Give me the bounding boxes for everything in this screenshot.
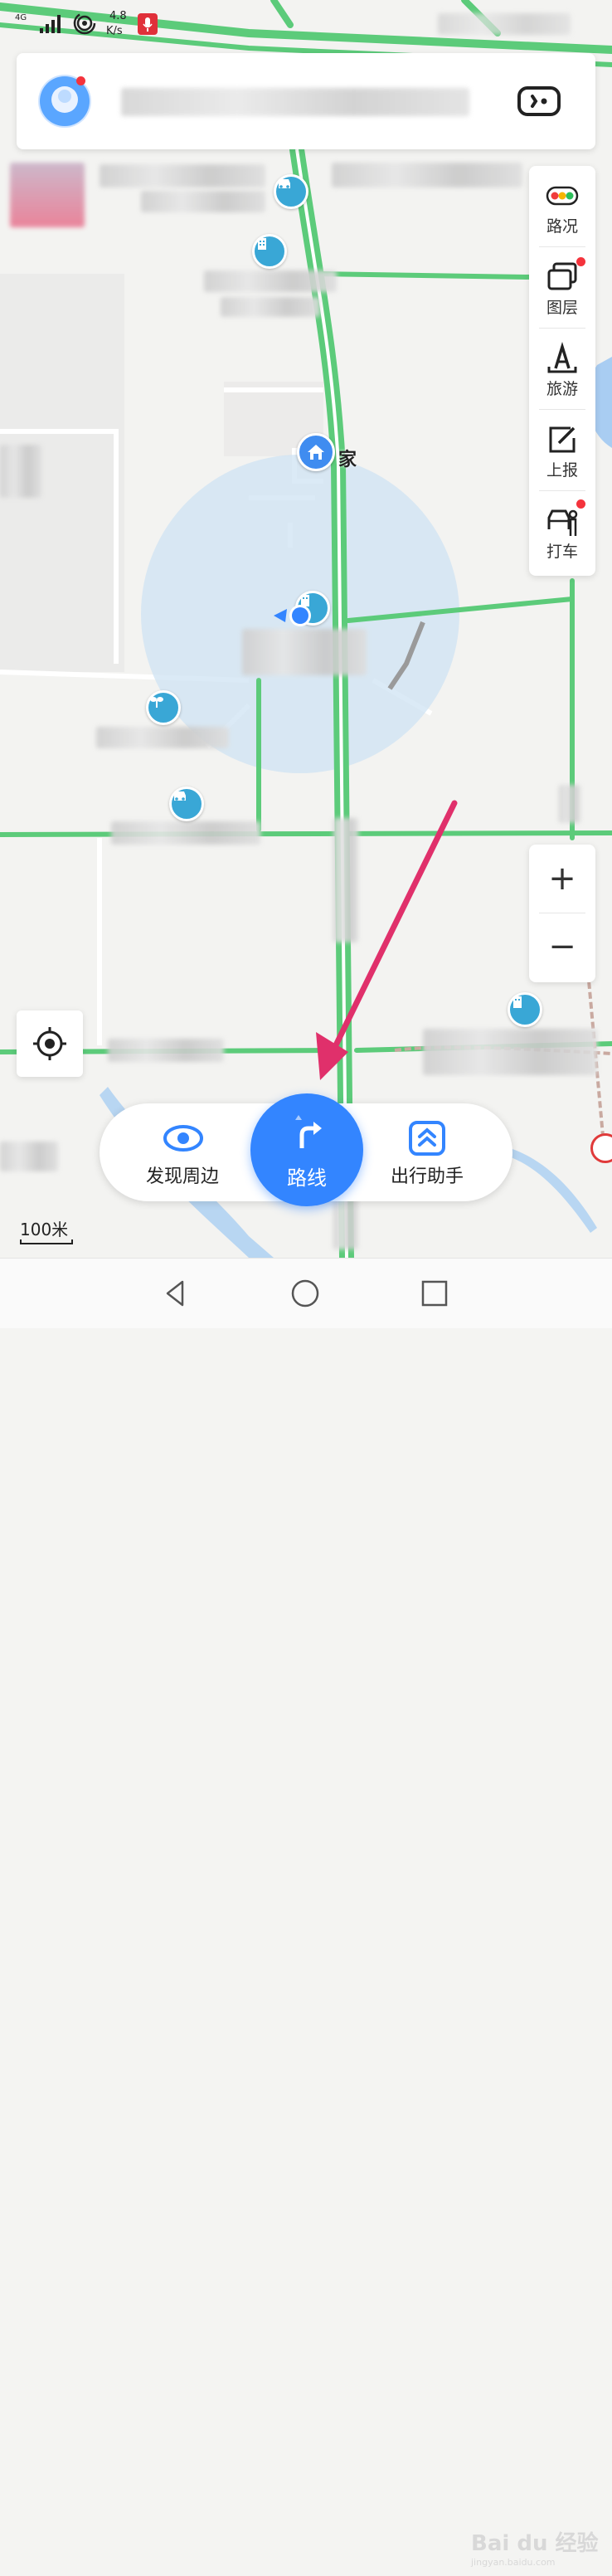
watermark-text: Bai du 经验 [471, 2531, 599, 2556]
route-button[interactable]: 路线 [250, 1093, 363, 1206]
layers-label: 图层 [546, 299, 578, 317]
layers-badge [576, 257, 585, 266]
locate-me-button[interactable] [17, 1010, 83, 1077]
car-poi-icon[interactable] [169, 786, 204, 821]
map-scale-label: 100米 [20, 1220, 69, 1239]
home-marker-icon[interactable] [297, 433, 335, 471]
travel-assistant-button[interactable]: 出行助手 [373, 1103, 481, 1201]
card-icon[interactable] [516, 85, 562, 118]
traffic-button[interactable]: 路况 [529, 166, 595, 247]
travel-icon [546, 342, 579, 375]
park-poi-icon[interactable] [146, 690, 181, 725]
report-icon [546, 423, 579, 456]
assistant-icon [409, 1121, 445, 1156]
blurred-label [100, 164, 265, 187]
travel-label: 旅游 [546, 380, 578, 398]
blurred-label [242, 629, 367, 675]
zoom-in-button[interactable]: + [529, 845, 595, 913]
recents-nav-icon[interactable] [416, 1275, 453, 1312]
taxi-button[interactable]: 打车 [529, 491, 595, 572]
search-bar[interactable] [17, 53, 595, 149]
map-scale-bar [20, 1239, 73, 1244]
wifi-hotspot-icon [73, 12, 96, 35]
home-label: 家 [338, 450, 357, 470]
travel-assistant-label: 出行助手 [390, 1166, 464, 1187]
blurred-label [332, 163, 522, 187]
traffic-label: 路况 [546, 217, 578, 236]
blurred-label [423, 1029, 597, 1075]
blurred-label [111, 821, 260, 845]
blurred-label [221, 297, 320, 317]
traffic-light-icon [546, 179, 579, 212]
watermark: Bai du 经验 jingyan.baidu.com [471, 2526, 604, 2576]
blurred-label [96, 727, 229, 748]
network-type: 4G [15, 13, 27, 22]
blurred-label [559, 785, 580, 823]
building-poi-icon[interactable] [252, 234, 287, 269]
search-placeholder-blurred [121, 88, 469, 116]
side-toolbar: 路况 图层 旅游 上报 打车 [529, 166, 595, 576]
taxi-icon [546, 504, 579, 538]
net-speed-value: 4.8 [109, 10, 127, 22]
current-location-icon [274, 602, 313, 629]
travel-button[interactable]: 旅游 [529, 329, 595, 410]
status-icons-blurred [438, 13, 571, 35]
crosshair-icon [33, 1027, 66, 1060]
report-button[interactable]: 上报 [529, 410, 595, 491]
blurred-thumbnail [10, 163, 85, 227]
discover-nearby-button[interactable]: 发现周边 [133, 1103, 232, 1201]
map-canvas[interactable]: 家 [0, 0, 612, 1258]
blurred-label [333, 818, 358, 942]
home-nav-icon[interactable] [287, 1275, 323, 1312]
watermark-subtext: jingyan.baidu.com [471, 2557, 556, 2568]
zoom-out-button[interactable]: − [529, 913, 595, 981]
system-nav-bar: Bai du 经验 jingyan.baidu.com [0, 1258, 612, 2568]
blurred-label [0, 1142, 58, 1171]
blurred-label [0, 445, 41, 498]
blurred-label [204, 270, 337, 292]
route-arrow-icon [295, 1115, 322, 1148]
route-label: 路线 [287, 1166, 327, 1190]
signal-icon [40, 15, 61, 33]
building-poi-icon[interactable] [508, 992, 542, 1027]
back-nav-icon[interactable] [158, 1275, 194, 1312]
eye-icon [163, 1125, 203, 1152]
car-poi-icon[interactable] [274, 174, 308, 209]
report-label: 上报 [546, 461, 578, 480]
net-speed-unit: K/s [106, 25, 123, 37]
discover-nearby-label: 发现周边 [145, 1166, 219, 1187]
status-bar: 4G 4.8 K/s [0, 0, 612, 45]
taxi-badge [576, 499, 585, 509]
layers-icon [546, 261, 579, 294]
taxi-label: 打车 [546, 543, 578, 561]
layers-button[interactable]: 图层 [529, 247, 595, 329]
blurred-label [108, 1039, 224, 1062]
recording-icon [138, 13, 158, 35]
avatar-badge [76, 76, 85, 85]
zoom-control: + − [529, 845, 595, 982]
blurred-label [141, 191, 265, 212]
